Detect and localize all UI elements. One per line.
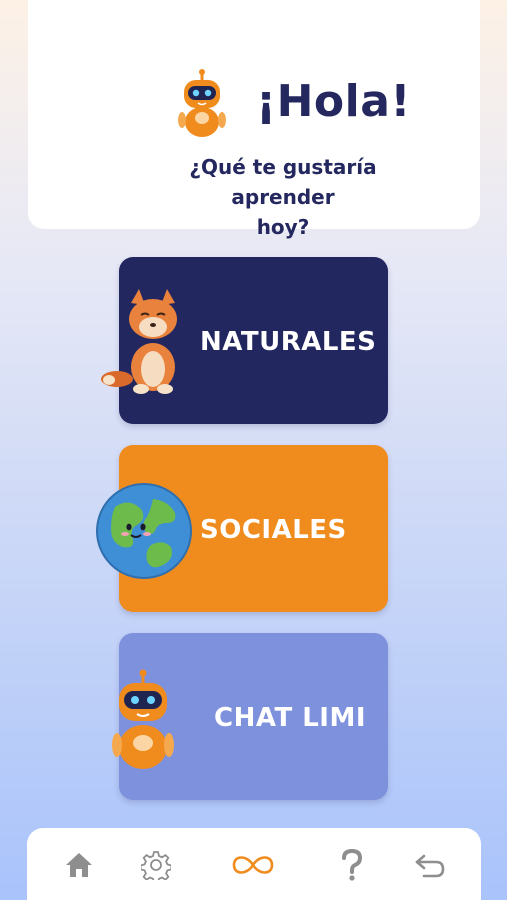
robot-mascot-icon [178,69,226,137]
bottom-nav-bar [27,828,481,900]
sociales-label: SOCIALES [200,515,347,545]
back-arrow-icon [415,854,445,878]
infinity-icon [232,856,274,874]
sociales-button[interactable]: SOCIALES [96,445,388,612]
greeting-title: ¡Hola! [256,76,411,127]
naturales-button[interactable]: NATURALES [101,257,388,424]
greeting-subtitle: ¿Qué te gustaría aprender hoy? [138,152,428,242]
greeting-card: ¡Hola! ¿Qué te gustaría aprender hoy? [28,0,480,239]
greeting-row: ¡Hola! [176,68,416,140]
nav-help-button[interactable] [329,842,375,888]
chat-limi-button[interactable]: CHAT LIMI [112,633,388,800]
subtitle-line-1: ¿Qué te gustaría aprender [189,155,377,209]
subtitle-line-2: hoy? [256,215,310,239]
gear-icon [141,851,171,880]
chat-limi-label: CHAT LIMI [214,703,367,733]
robot-icon [112,669,174,769]
home-icon [66,853,92,877]
nav-infinity-button[interactable] [230,842,276,888]
nav-settings-button[interactable] [133,842,179,888]
question-icon [342,849,363,881]
fox-icon [101,289,177,394]
naturales-label: NATURALES [200,327,377,357]
earth-globe-icon [96,483,192,579]
nav-back-button[interactable] [407,842,453,888]
nav-home-button[interactable] [56,842,102,888]
